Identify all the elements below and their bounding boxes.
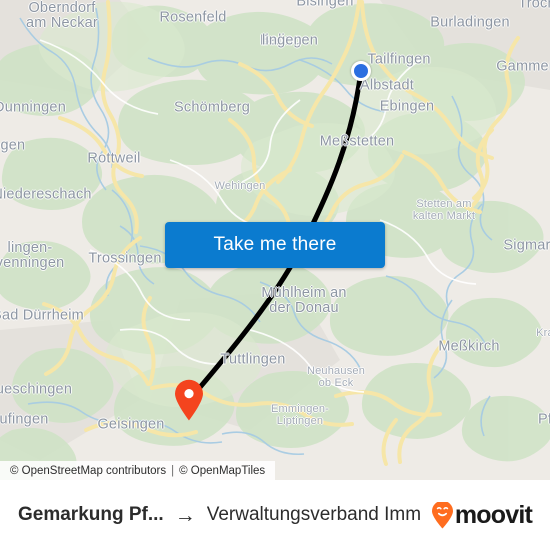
route-summary: Gemarkung Pf... → Verwaltungsverband Imm… — [18, 504, 421, 526]
arrow-right-icon: → — [174, 504, 196, 526]
attribution-separator: | — [171, 464, 175, 477]
destination-marker[interactable] — [174, 379, 204, 421]
moovit-map-share-card: Oberndorf am Neckar Rosenfeld Bisingen Burl… — [0, 0, 550, 550]
openmaptiles-attribution-link[interactable]: © OpenMapTiles — [179, 465, 265, 477]
moovit-pin-icon — [431, 501, 453, 528]
take-me-there-button[interactable]: Take me there — [165, 222, 385, 268]
map-attribution: © OpenStreetMap contributors | © OpenMap… — [0, 461, 276, 480]
origin-marker[interactable] — [351, 61, 371, 81]
moovit-wordmark: moovit — [454, 500, 533, 529]
route-footer: Gemarkung Pf... → Verwaltungsverband Imm… — [0, 480, 550, 550]
route-origin-label: Gemarkung Pf... — [18, 504, 164, 525]
map-pin-icon — [175, 379, 203, 421]
moovit-logo[interactable]: moovit — [431, 500, 533, 530]
map-view[interactable]: Oberndorf am Neckar Rosenfeld Bisingen Burl… — [0, 0, 550, 480]
route-destination-label: Verwaltungsverband Immending... — [206, 504, 421, 525]
osm-attribution-link[interactable]: © OpenStreetMap contributors — [10, 465, 166, 477]
